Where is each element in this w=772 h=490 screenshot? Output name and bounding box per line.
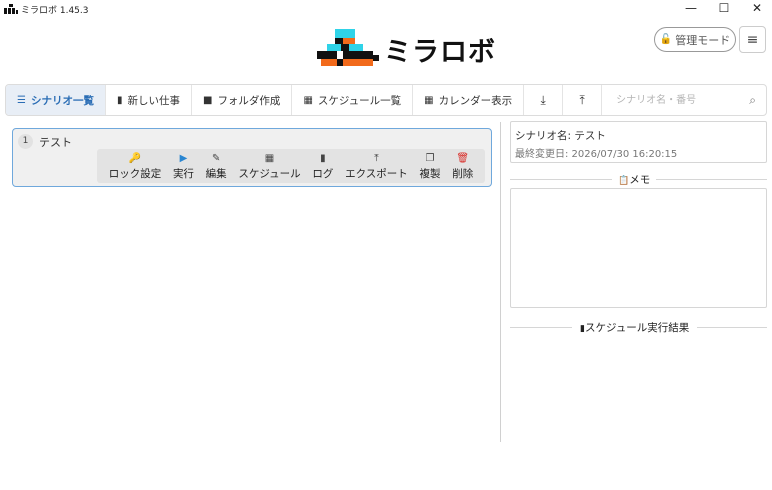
folder-icon: ■	[202, 94, 213, 106]
export-scenario-button[interactable]: ⤒ エクスポート	[345, 152, 408, 181]
scenario-name-text: シナリオ名: テスト	[515, 130, 606, 142]
log-button[interactable]: ▮ ログ	[312, 152, 333, 181]
run-button[interactable]: ▶ 実行	[173, 152, 194, 181]
upload-icon: ⤒	[374, 152, 379, 164]
calendar-icon: ▦	[303, 94, 313, 106]
action-label: スケジュール	[238, 167, 301, 180]
file-icon: ▮	[116, 94, 123, 106]
scenario-actions: 🔑 ロック設定 ▶ 実行 ✎ 編集 ▦ スケジュール ▮ ログ ⤒ エクスポート…	[97, 149, 485, 183]
logo-text: ミラロボ	[384, 37, 496, 68]
calendar-icon: ▦	[264, 152, 275, 164]
hamburger-menu-button[interactable]: ≡	[739, 26, 766, 53]
export-button[interactable]: ⤒	[563, 85, 603, 115]
duplicate-button[interactable]: ❐ 複製	[419, 152, 440, 181]
tab-schedule-list[interactable]: ▦ スケジュール一覧	[292, 85, 414, 115]
action-label: 実行	[172, 167, 194, 180]
action-label: ロック設定	[108, 167, 162, 180]
schedule-results-label: スケジュール実行結果	[584, 322, 690, 334]
action-label: ログ	[312, 167, 334, 180]
admin-mode-button[interactable]: 🔓 管理モード	[654, 27, 736, 52]
tab-calendar-view[interactable]: ▦ カレンダー表示	[413, 85, 525, 115]
calendar-icon: ▦	[424, 94, 434, 106]
schedule-results-header: ▮スケジュール実行結果	[510, 320, 767, 335]
action-label: 削除	[452, 167, 474, 180]
mirarobo-logo-icon	[317, 29, 379, 66]
divider	[510, 327, 572, 328]
admin-mode-label: 管理モード	[675, 33, 731, 47]
divider	[697, 327, 767, 328]
tab-label: カレンダー表示	[438, 94, 513, 107]
book-icon: ▮	[320, 152, 326, 164]
hamburger-icon: ≡	[746, 31, 759, 48]
tab-label: フォルダ作成	[217, 94, 281, 107]
tab-label: 新しい仕事	[127, 94, 180, 107]
minimize-button[interactable]: —	[674, 0, 708, 18]
main-toolbar: ☰ シナリオ一覧 ▮ 新しい仕事 ■ フォルダ作成 ▦ スケジュール一覧 ▦ カ…	[5, 84, 767, 116]
edit-icon: ✎	[211, 152, 221, 164]
copy-icon: ❐	[425, 152, 435, 164]
import-button[interactable]: ⤓	[524, 85, 564, 115]
memo-textarea[interactable]	[510, 188, 767, 308]
window-title: ミラロボ 1.45.3	[21, 6, 89, 16]
play-icon: ▶	[179, 152, 188, 164]
upload-icon: ⤒	[579, 92, 585, 107]
edit-button[interactable]: ✎ 編集	[206, 152, 227, 181]
action-label: 複製	[419, 167, 441, 180]
action-label: エクスポート	[345, 167, 408, 180]
trash-icon: 🗑	[456, 152, 470, 164]
search-input[interactable]	[614, 93, 750, 107]
list-icon: ☰	[17, 94, 26, 106]
app-logo-icon	[4, 4, 18, 14]
schedule-button[interactable]: ▦ スケジュール	[238, 152, 300, 181]
tab-scenario-list[interactable]: ☰ シナリオ一覧	[6, 85, 106, 115]
memo-label: メモ	[629, 174, 651, 186]
divider	[510, 179, 612, 180]
tab-create-folder[interactable]: ■ フォルダ作成	[192, 85, 293, 115]
scenario-number: 1	[18, 134, 33, 149]
download-icon: ⤓	[540, 92, 546, 107]
tab-label: スケジュール一覧	[317, 94, 402, 107]
clipboard-icon: 📋	[618, 176, 630, 186]
scenario-title: テスト	[39, 136, 72, 149]
maximize-button[interactable]: ☐	[707, 0, 741, 18]
scenario-info: シナリオ名: テスト 最終変更日: 2026/07/30 16:20:15	[510, 121, 767, 163]
window-titlebar: ミラロボ 1.45.3 — ☐ ✕	[0, 0, 772, 18]
tab-label: シナリオ一覧	[30, 94, 94, 107]
close-button[interactable]: ✕	[740, 0, 772, 18]
tab-new-job[interactable]: ▮ 新しい仕事	[106, 85, 192, 115]
key-icon: 🔑	[128, 152, 142, 164]
memo-header: 📋メモ	[510, 172, 767, 187]
unlock-icon: 🔓	[659, 34, 673, 45]
lock-settings-button[interactable]: 🔑 ロック設定	[109, 152, 162, 181]
divider	[656, 179, 767, 180]
action-label: 編集	[205, 167, 227, 180]
panel-splitter[interactable]	[500, 122, 501, 442]
delete-button[interactable]: 🗑 削除	[452, 152, 473, 181]
memo-heading: 📋メモ	[612, 172, 656, 187]
schedule-results-heading: ▮スケジュール実行結果	[572, 320, 697, 335]
search-icon[interactable]: ⌕	[749, 93, 756, 108]
scenario-card[interactable]: 1 テスト 🔑 ロック設定 ▶ 実行 ✎ 編集 ▦ スケジュール ▮ ログ ⤒ …	[12, 128, 492, 187]
last-modified-text: 最終変更日: 2026/07/30 16:20:15	[515, 149, 678, 160]
search-box: ⌕	[602, 85, 766, 115]
